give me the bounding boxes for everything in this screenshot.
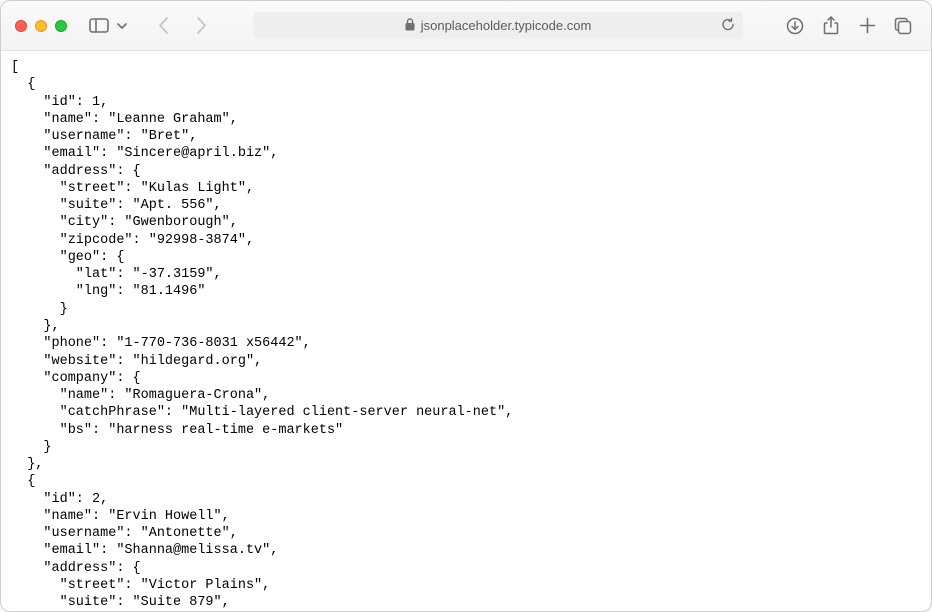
address-bar-url: jsonplaceholder.typicode.com xyxy=(421,18,592,33)
tabs-overview-button[interactable] xyxy=(889,12,917,40)
sidebar-toggle-button[interactable] xyxy=(85,12,113,40)
json-response-text: [ { "id": 1, "name": "Leanne Graham", "u… xyxy=(11,59,921,611)
page-content: [ { "id": 1, "name": "Leanne Graham", "u… xyxy=(1,51,931,611)
share-button[interactable] xyxy=(817,12,845,40)
forward-button[interactable] xyxy=(187,12,215,40)
minimize-window-button[interactable] xyxy=(35,20,47,32)
right-toolbar xyxy=(781,12,917,40)
address-bar-content: jsonplaceholder.typicode.com xyxy=(405,18,592,34)
fullscreen-window-button[interactable] xyxy=(55,20,67,32)
close-window-button[interactable] xyxy=(15,20,27,32)
back-button[interactable] xyxy=(149,12,177,40)
downloads-button[interactable] xyxy=(781,12,809,40)
lock-icon xyxy=(405,18,415,34)
traffic-lights xyxy=(15,20,67,32)
new-tab-button[interactable] xyxy=(853,12,881,40)
titlebar: jsonplaceholder.typicode.com xyxy=(1,1,931,51)
sidebar-controls xyxy=(85,12,131,40)
sidebar-dropdown-button[interactable] xyxy=(113,12,131,40)
browser-window: jsonplaceholder.typicode.com xyxy=(0,0,932,612)
reload-button[interactable] xyxy=(721,17,735,35)
nav-buttons xyxy=(149,12,215,40)
address-bar[interactable]: jsonplaceholder.typicode.com xyxy=(253,12,743,39)
